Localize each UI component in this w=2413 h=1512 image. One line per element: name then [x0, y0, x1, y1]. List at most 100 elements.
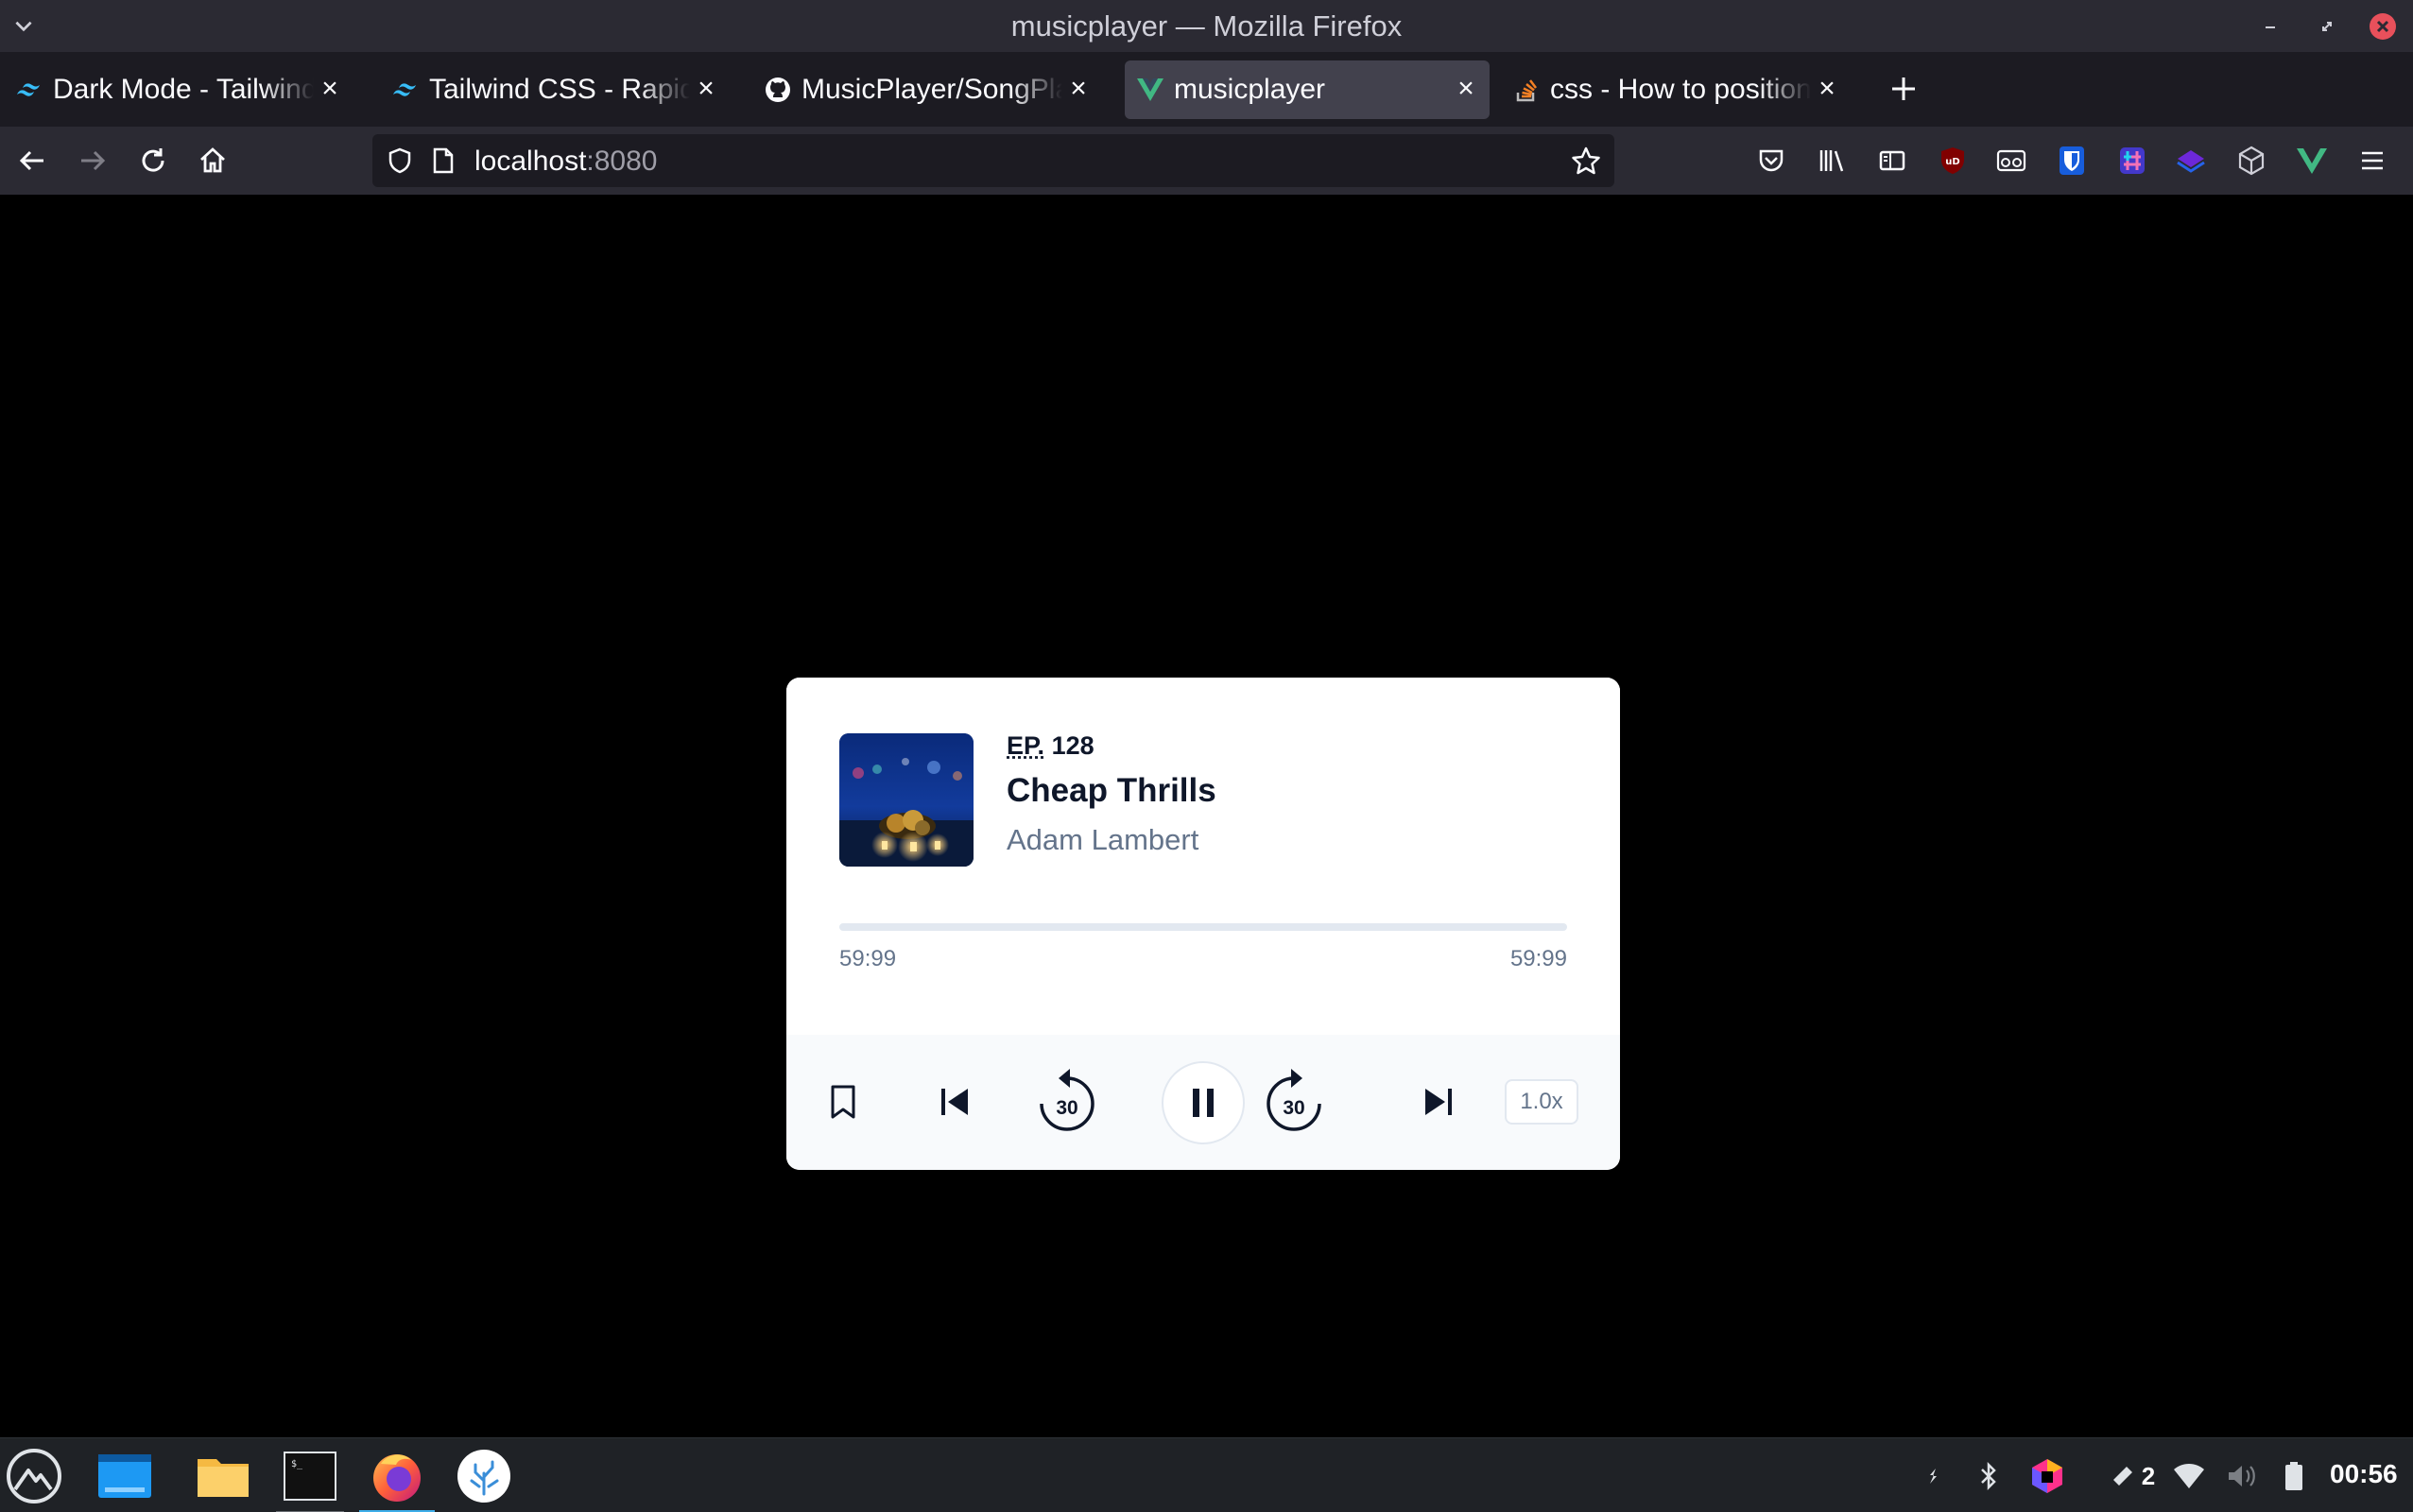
wifi-icon [2174, 1464, 2204, 1488]
bitwarden-shield-icon [2060, 146, 2084, 175]
elapsed-time: 59:99 [839, 946, 897, 971]
tab-close-icon[interactable]: × [1815, 75, 1839, 103]
sidebar-icon [1879, 150, 1905, 171]
bookmark-star-icon[interactable] [1571, 146, 1601, 176]
bluetooth-icon [1981, 1461, 1996, 1491]
forward-button[interactable] [74, 142, 112, 180]
taskbar-terminal[interactable]: $_ [276, 1448, 344, 1512]
tab-label: MusicPlayer/SongPlayer [801, 74, 1062, 105]
tab-stackoverflow-css[interactable]: css - How to position a div × [1501, 60, 1851, 119]
ublock-origin-button[interactable]: uD [1936, 144, 1970, 178]
tab-tailwind-css[interactable]: Tailwind CSS - Rapidly build modern webs… [380, 60, 730, 119]
tab-close-icon[interactable]: × [694, 75, 718, 103]
home-button[interactable] [194, 142, 232, 180]
window-title: musicplayer — Mozilla Firefox [1010, 9, 1403, 43]
cube-extension-button[interactable] [2234, 144, 2268, 178]
tray-battery[interactable] [2278, 1459, 2310, 1493]
track-info-section: EP. 128 Cheap Thrills Adam Lambert 59:99… [786, 678, 1620, 1035]
album-art-image [839, 733, 974, 867]
glasses-icon [1996, 149, 2026, 172]
notification-count: 2 [2141, 1461, 2156, 1490]
forward-30-button[interactable]: 30 [1257, 1065, 1331, 1139]
vue-devtools-button[interactable] [2295, 144, 2329, 178]
next-track-button[interactable] [1410, 1073, 1467, 1131]
navigation-toolbar: localhost:8080 uD [0, 127, 2413, 195]
close-window-button[interactable] [2368, 11, 2398, 42]
library-button[interactable] [1815, 144, 1849, 178]
close-icon [2370, 13, 2396, 40]
launcher-mountain-icon [7, 1449, 61, 1503]
tray-bluetooth[interactable] [1972, 1459, 2006, 1493]
bookmark-button[interactable] [815, 1073, 871, 1131]
previous-track-button[interactable] [926, 1073, 983, 1131]
stackoverflow-icon [1512, 76, 1541, 104]
tab-close-icon[interactable]: × [1066, 75, 1091, 103]
github-icon [764, 76, 792, 104]
tray-colorful-app[interactable] [2028, 1459, 2066, 1493]
tab-label: Tailwind CSS - Rapidly build modern webs… [429, 74, 690, 105]
tray-notifications[interactable]: 2 [2098, 1459, 2164, 1493]
tab-dark-mode-tailwind[interactable]: Dark Mode - Tailwind CSS × [4, 60, 353, 119]
progress-bar[interactable] [839, 923, 1567, 931]
tab-label: musicplayer [1174, 74, 1326, 105]
ublock-shield-icon: uD [1941, 147, 1964, 174]
pocket-icon [1759, 149, 1784, 172]
tray-klipper[interactable] [1917, 1459, 1951, 1493]
playback-speed-button[interactable]: 1.0x [1505, 1079, 1578, 1125]
tab-close-icon[interactable]: × [1454, 75, 1478, 103]
reload-icon [142, 148, 164, 172]
artist-name: Adam Lambert [1007, 823, 1199, 856]
arrow-left-icon [19, 150, 43, 171]
page-icon[interactable] [431, 147, 456, 174]
tray-volume[interactable] [2223, 1459, 2261, 1493]
tray-network[interactable] [2170, 1459, 2208, 1493]
window-menu-chevron-icon[interactable] [11, 13, 36, 38]
rewind-30-button[interactable]: 30 [1030, 1065, 1104, 1139]
vue-icon [1136, 76, 1164, 104]
app-launcher-button[interactable] [6, 1448, 62, 1504]
window-titlebar: musicplayer — Mozilla Firefox [0, 0, 2413, 53]
cube-icon [2238, 146, 2265, 176]
app-menu-button[interactable] [2355, 144, 2389, 178]
taskbar-desktop-app[interactable] [96, 1448, 153, 1504]
restore-icon [2322, 22, 2332, 31]
total-duration: 59:99 [1509, 946, 1567, 971]
skip-forward-icon [1425, 1089, 1452, 1115]
page-content: EP. 128 Cheap Thrills Adam Lambert 59:99… [0, 195, 2413, 1437]
back-button[interactable] [13, 142, 51, 180]
restore-button[interactable] [2312, 11, 2342, 42]
tab-github-musicplayer[interactable]: MusicPlayer/SongPlayer × [752, 60, 1102, 119]
firefox-icon [373, 1454, 421, 1502]
taskbar-clock[interactable]: 00:56 [2330, 1459, 2398, 1489]
layers-extension-button[interactable] [2174, 144, 2208, 178]
battery-icon [2285, 1462, 2302, 1490]
home-icon [200, 147, 225, 173]
colorful-extension-button[interactable] [2115, 144, 2149, 178]
taskbar-firefox[interactable] [359, 1448, 435, 1512]
bookmark-icon [831, 1085, 855, 1119]
taskbar-coral-app[interactable] [456, 1448, 512, 1504]
layers-icon [2177, 150, 2205, 173]
bitwarden-button[interactable] [2055, 144, 2089, 178]
tab-close-icon[interactable]: × [318, 75, 342, 103]
taskbar-file-manager[interactable] [195, 1448, 251, 1504]
tab-musicplayer[interactable]: musicplayer × [1125, 60, 1490, 119]
library-icon [1819, 150, 1844, 172]
minimize-button[interactable] [2255, 11, 2285, 42]
taskbar: $_ 2 00:56 [0, 1437, 2413, 1512]
tab-label: css - How to position a div [1550, 74, 1811, 105]
music-player-card: EP. 128 Cheap Thrills Adam Lambert 59:99… [786, 678, 1620, 1170]
url-bar[interactable]: localhost:8080 [372, 134, 1614, 187]
new-tab-plus-icon[interactable] [1887, 72, 1921, 106]
lightning-icon [1930, 1469, 1937, 1484]
pause-icon [1193, 1089, 1214, 1117]
album-art [839, 733, 974, 867]
pocket-button[interactable] [1754, 144, 1788, 178]
reader-glasses-button[interactable] [1994, 144, 2028, 178]
reload-button[interactable] [134, 142, 172, 180]
arrow-right-icon [81, 150, 106, 171]
folder-icon [198, 1459, 249, 1497]
sidebar-button[interactable] [1875, 144, 1909, 178]
shield-icon[interactable] [386, 146, 414, 175]
pause-button[interactable] [1162, 1061, 1245, 1144]
